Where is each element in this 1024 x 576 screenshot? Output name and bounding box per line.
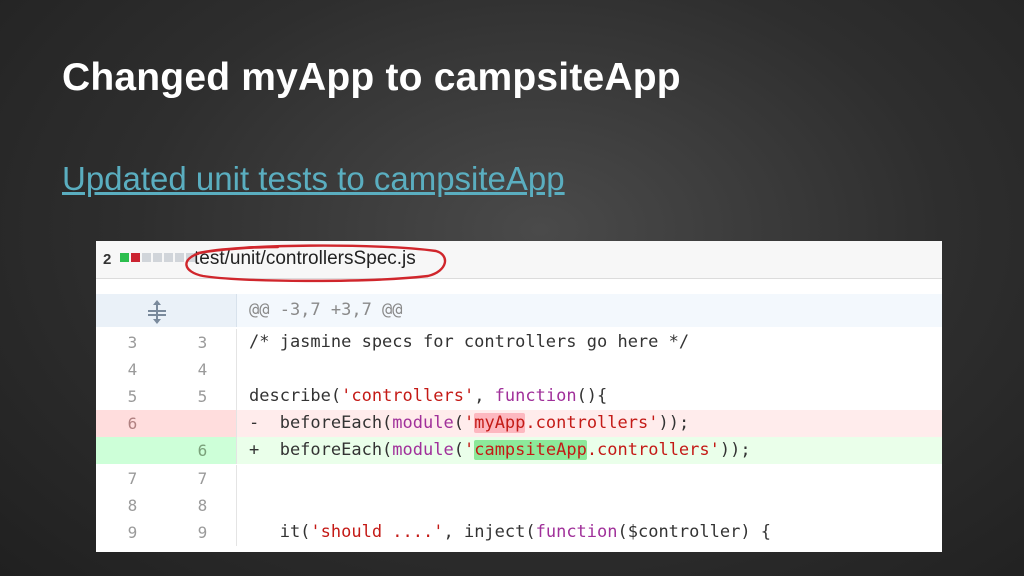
new-line-number[interactable]: 5 xyxy=(169,383,237,410)
code-string: ' xyxy=(463,440,475,460)
diff-line: 3 3 /* jasmine specs for controllers go … xyxy=(96,329,942,356)
diff-line: 4 4 xyxy=(96,356,942,383)
diff-line-added: 6 + beforeEach(module('campsiteApp.contr… xyxy=(96,437,942,464)
deleted-highlight: myApp xyxy=(474,413,526,433)
code-string: .controllers' xyxy=(586,440,720,460)
code-token: it( xyxy=(249,522,311,542)
annotation-circle xyxy=(185,244,447,283)
code-string: 'should ....' xyxy=(310,522,444,542)
code-token: ( xyxy=(453,440,464,460)
code-string: ' xyxy=(463,413,475,433)
new-line-number[interactable] xyxy=(169,410,237,437)
code-text: - beforeEach(module('myApp.controllers')… xyxy=(237,410,942,437)
code-token: (){ xyxy=(576,386,608,406)
slide-title: Changed myApp to campsiteApp xyxy=(62,56,681,99)
code-keyword: module xyxy=(392,413,454,433)
slide-link[interactable]: Updated unit tests to campsiteApp xyxy=(62,160,565,198)
code-text: /* jasmine specs for controllers go here… xyxy=(249,332,690,352)
code-string: 'controllers' xyxy=(341,386,475,406)
old-line-number[interactable]: 5 xyxy=(96,383,169,410)
new-line-number[interactable]: 9 xyxy=(169,519,237,546)
old-line-number[interactable]: 7 xyxy=(96,465,169,492)
new-line-number[interactable]: 7 xyxy=(169,465,237,492)
new-line-number[interactable]: 4 xyxy=(169,356,237,383)
code-token: )); xyxy=(719,440,751,460)
change-count: 2 xyxy=(103,251,112,268)
code-token: )); xyxy=(658,413,690,433)
diff-line: 7 7 xyxy=(96,465,942,492)
diff-stat-box xyxy=(164,253,173,262)
code-token: ( xyxy=(453,413,464,433)
diff-stat-box xyxy=(142,253,151,262)
diff-stat-box xyxy=(153,253,162,262)
new-line-number[interactable]: 6 xyxy=(169,437,237,464)
old-line-number[interactable]: 3 xyxy=(96,329,169,356)
old-line-number[interactable]: 6 xyxy=(96,410,169,437)
new-line-number[interactable]: 8 xyxy=(169,492,237,519)
diff-stat-box xyxy=(131,253,140,262)
hunk-header-row: @@ -3,7 +3,7 @@ xyxy=(96,294,942,327)
old-line-number[interactable]: 4 xyxy=(96,356,169,383)
code-text: + beforeEach(module('campsiteApp.control… xyxy=(237,437,942,464)
added-highlight: campsiteApp xyxy=(474,440,587,460)
code-string: .controllers' xyxy=(525,413,659,433)
diff-line-deleted: 6 - beforeEach(module('myApp.controllers… xyxy=(96,410,942,437)
hunk-header: @@ -3,7 +3,7 @@ xyxy=(237,294,942,327)
expand-icon[interactable] xyxy=(142,297,172,327)
old-line-number[interactable]: 9 xyxy=(96,519,169,546)
diff-line: 8 8 xyxy=(96,492,942,519)
code-token: + beforeEach( xyxy=(249,440,393,460)
old-line-number[interactable] xyxy=(96,437,169,464)
code-token: ($controller) { xyxy=(617,522,772,542)
code-keyword: module xyxy=(392,440,454,460)
code-keyword: function xyxy=(494,386,577,406)
diff-line: 9 9 it('should ....', inject(function($c… xyxy=(96,519,942,546)
diff-view: 2 test/unit/controllersSpec.js @@ -3,7 +… xyxy=(96,241,942,552)
code-token: describe( xyxy=(249,386,342,406)
code-token: - beforeEach( xyxy=(249,413,393,433)
code-keyword: function xyxy=(535,522,618,542)
diff-file-header: 2 test/unit/controllersSpec.js xyxy=(96,241,942,283)
new-line-number[interactable]: 3 xyxy=(169,329,237,356)
diff-stat-box xyxy=(120,253,129,262)
old-line-number[interactable]: 8 xyxy=(96,492,169,519)
code-text: it('should ....', inject(function($contr… xyxy=(237,519,942,546)
code-token: , xyxy=(474,386,495,406)
code-token: , inject( xyxy=(443,522,536,542)
code-text: describe('controllers', function(){ xyxy=(237,383,942,410)
diff-line: 5 5 describe('controllers', function(){ xyxy=(96,383,942,410)
